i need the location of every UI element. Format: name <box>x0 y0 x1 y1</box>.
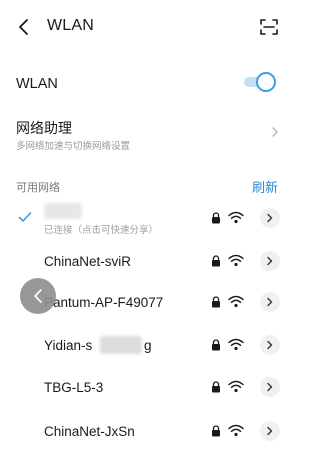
header-bar: WLAN <box>0 0 295 52</box>
wifi-icon <box>228 254 244 267</box>
network-item[interactable]: ChinaNet-JxSn <box>0 411 295 455</box>
chevron-right-icon <box>267 256 273 266</box>
network-assistant-title: 网络助理 <box>16 120 72 136</box>
wlan-toggle-row: WLAN <box>0 64 295 102</box>
network-item[interactable]: ChinaNet-sviR <box>0 240 295 284</box>
network-item[interactable]: TBG-L5-3 <box>0 366 295 410</box>
network-detail-button[interactable] <box>260 251 280 271</box>
lock-icon <box>212 425 220 437</box>
network-name-prefix: Yidian-s <box>44 338 93 353</box>
chevron-left-icon <box>19 19 28 35</box>
scan-icon <box>260 19 278 35</box>
available-networks-label: 可用网络 <box>16 182 60 194</box>
chevron-left-icon <box>34 289 42 303</box>
chevron-right-icon <box>267 426 273 436</box>
redacted-network-name <box>100 336 142 354</box>
chevron-right-icon <box>272 127 278 137</box>
lock-icon <box>212 255 220 267</box>
scan-button[interactable] <box>258 16 280 38</box>
toggle-knob <box>256 72 276 92</box>
checkmark-icon <box>18 212 32 222</box>
network-detail-button[interactable] <box>260 292 280 312</box>
refresh-button[interactable]: 刷新 <box>252 177 278 196</box>
lock-icon <box>212 212 220 224</box>
wifi-icon <box>228 211 244 224</box>
available-networks-header: 可用网络 刷新 <box>0 174 295 196</box>
network-name: Pantum-AP-F49077 <box>44 295 164 310</box>
chevron-right-icon <box>267 213 273 223</box>
network-detail-button[interactable] <box>260 377 280 397</box>
chevron-right-icon <box>267 340 273 350</box>
network-detail-button[interactable] <box>260 421 280 441</box>
chevron-right-icon <box>267 382 273 392</box>
back-button[interactable] <box>14 16 36 38</box>
network-name: ChinaNet-sviR <box>44 254 132 269</box>
network-assistant-row[interactable]: 网络助理 多网络加速与切换网络设置 <box>0 112 295 156</box>
network-name-suffix: g <box>144 338 152 353</box>
network-item-connected[interactable]: 已连接（点击可快速分享） <box>0 198 295 242</box>
wifi-icon <box>228 295 244 308</box>
wlan-label: WLAN <box>16 76 58 92</box>
network-item[interactable]: Yidian-s g <box>0 324 295 368</box>
wifi-icon <box>228 338 244 351</box>
chevron-right-icon <box>267 297 273 307</box>
lock-icon <box>212 339 220 351</box>
wifi-icon <box>228 424 244 437</box>
page-title: WLAN <box>47 17 95 34</box>
lock-icon <box>212 296 220 308</box>
network-assistant-subtitle: 多网络加速与切换网络设置 <box>16 141 131 152</box>
wifi-icon <box>228 380 244 393</box>
wlan-toggle[interactable] <box>244 72 276 92</box>
connection-status: 已连接（点击可快速分享） <box>44 225 159 236</box>
network-name: ChinaNet-JxSn <box>44 424 135 439</box>
redacted-network-name <box>44 203 82 219</box>
network-detail-button[interactable] <box>260 335 280 355</box>
network-name: TBG-L5-3 <box>44 380 104 395</box>
network-detail-button[interactable] <box>260 208 280 228</box>
floating-back-button[interactable] <box>20 278 56 314</box>
lock-icon <box>212 381 220 393</box>
